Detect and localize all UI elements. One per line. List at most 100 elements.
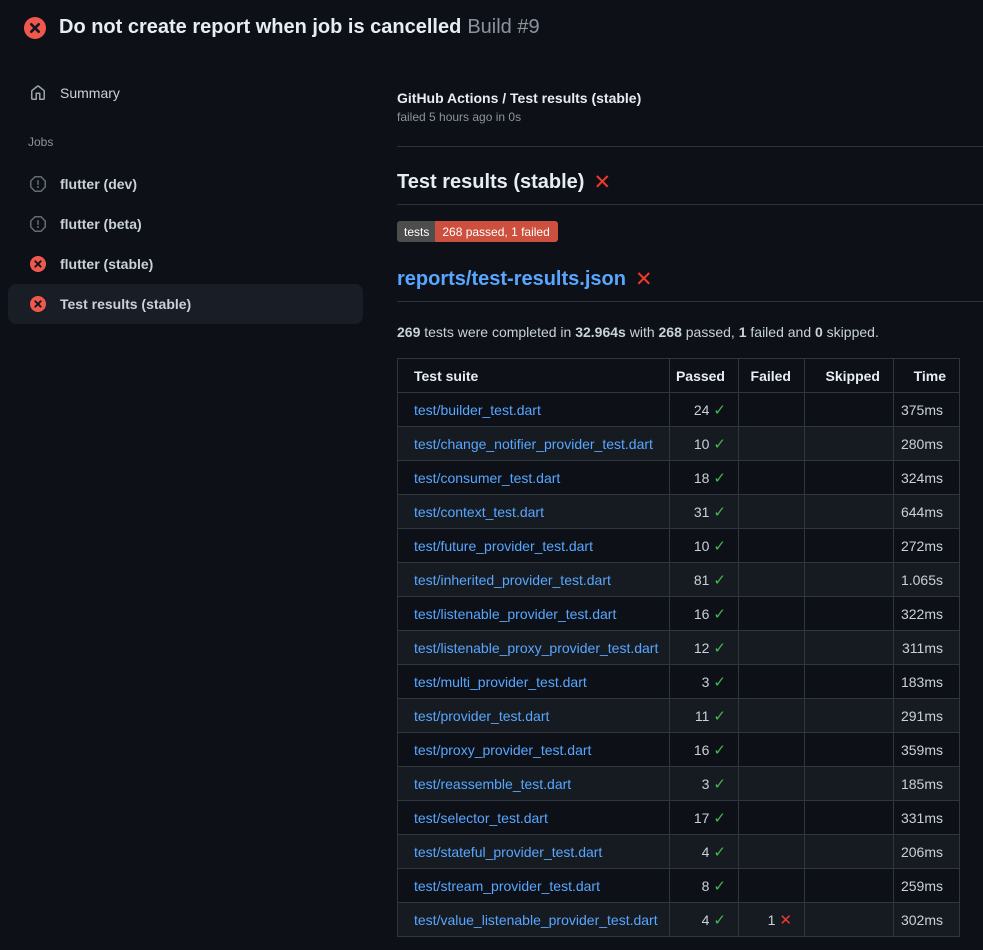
skipped-cell — [805, 733, 894, 767]
test-suite-link[interactable]: test/future_provider_test.dart — [414, 538, 593, 554]
test-suite-link[interactable]: test/provider_test.dart — [414, 708, 549, 724]
time-cell: 1.065s — [894, 563, 960, 597]
table-row: test/value_listenable_provider_test.dart… — [398, 903, 960, 937]
failed-cell — [739, 767, 805, 801]
jobs-section-label: Jobs — [28, 135, 373, 149]
test-suite-link[interactable]: test/listenable_proxy_provider_test.dart — [414, 640, 658, 656]
suite-cell: test/selector_test.dart — [398, 801, 670, 835]
check-icon: ✓ — [713, 401, 726, 419]
skipped-cell — [805, 665, 894, 699]
test-suite-link[interactable]: test/reassemble_test.dart — [414, 776, 571, 792]
section-title-text: Test results (stable) — [397, 171, 584, 194]
test-suite-link[interactable]: test/builder_test.dart — [414, 402, 541, 418]
passed-cell: 10✓ — [670, 427, 739, 461]
passed-cell: 8✓ — [670, 869, 739, 903]
suite-cell: test/future_provider_test.dart — [398, 529, 670, 563]
sidebar-summary-label: Summary — [60, 85, 120, 101]
test-suite-link[interactable]: test/consumer_test.dart — [414, 470, 560, 486]
passed-cell: 12✓ — [670, 631, 739, 665]
passed-cell-value: 8 — [702, 878, 710, 894]
sidebar-item-flutter-stable[interactable]: flutter (stable) — [8, 244, 363, 284]
home-icon — [30, 85, 46, 101]
run-header: Do not create report when job is cancell… — [24, 16, 540, 39]
failed-cell — [739, 631, 805, 665]
failed-circle-icon — [30, 256, 46, 272]
table-row: test/reassemble_test.dart3✓185ms — [398, 767, 960, 801]
time-cell: 259ms — [894, 869, 960, 903]
summary-text: tests were completed in — [420, 324, 575, 340]
report-link[interactable]: reports/test-results.json — [397, 268, 626, 291]
passed-cell: 3✓ — [670, 665, 739, 699]
skipped-cell — [805, 801, 894, 835]
summary-number: 268 — [659, 324, 682, 340]
summary-text: passed, — [682, 324, 739, 340]
passed-cell-value: 12 — [694, 640, 710, 656]
table-row: test/provider_test.dart11✓291ms — [398, 699, 960, 733]
failed-cell-value: 1 — [768, 912, 776, 928]
divider — [397, 146, 983, 147]
time-cell: 183ms — [894, 665, 960, 699]
passed-cell-value: 10 — [694, 436, 710, 452]
table-row: test/builder_test.dart24✓375ms — [398, 393, 960, 427]
passed-cell-value: 31 — [694, 504, 710, 520]
test-suite-link[interactable]: test/stateful_provider_test.dart — [414, 844, 602, 860]
skipped-cell — [805, 427, 894, 461]
sidebar-item-flutter-beta[interactable]: flutter (beta) — [8, 204, 363, 244]
failed-cell — [739, 597, 805, 631]
sidebar-item-flutter-dev[interactable]: flutter (dev) — [8, 164, 363, 204]
table-row: test/context_test.dart31✓644ms — [398, 495, 960, 529]
summary-line: 269 tests were completed in 32.964s with… — [397, 324, 983, 340]
test-suite-link[interactable]: test/proxy_provider_test.dart — [414, 742, 591, 758]
suite-cell: test/value_listenable_provider_test.dart — [398, 903, 670, 937]
suite-cell: test/listenable_provider_test.dart — [398, 597, 670, 631]
time-cell: 302ms — [894, 903, 960, 937]
table-row: test/listenable_provider_test.dart16✓322… — [398, 597, 960, 631]
summary-number: 32.964s — [575, 324, 626, 340]
test-suite-link[interactable]: test/context_test.dart — [414, 504, 544, 520]
test-suite-link[interactable]: test/stream_provider_test.dart — [414, 878, 600, 894]
failed-cell: 1✕ — [739, 903, 805, 937]
test-suite-link[interactable]: test/selector_test.dart — [414, 810, 548, 826]
table-row: test/stream_provider_test.dart 8✓ 259ms — [398, 869, 960, 903]
suite-cell: test/consumer_test.dart — [398, 461, 670, 495]
workflow-breadcrumb: GitHub Actions / Test results (stable) — [397, 90, 983, 106]
passed-cell: 17✓ — [670, 801, 739, 835]
passed-cell-value: 16 — [694, 742, 710, 758]
cancelled-stop-icon — [30, 176, 46, 192]
passed-cell-value: 10 — [694, 538, 710, 554]
test-suite-link[interactable]: test/listenable_provider_test.dart — [414, 606, 616, 622]
check-icon: ✓ — [713, 639, 726, 657]
passed-cell: 81✓ — [670, 563, 739, 597]
test-suite-link[interactable]: test/multi_provider_test.dart — [414, 674, 587, 690]
table-row: test/inherited_provider_test.dart 81✓ 1.06… — [398, 563, 960, 597]
suite-cell: test/reassemble_test.dart — [398, 767, 670, 801]
sidebar-item-summary[interactable]: Summary — [0, 75, 373, 111]
passed-cell-value: 3 — [702, 776, 710, 792]
table-row: test/future_provider_test.dart10✓272ms — [398, 529, 960, 563]
time-cell: 311ms — [894, 631, 960, 665]
suite-cell: test/context_test.dart — [398, 495, 670, 529]
passed-cell-value: 18 — [694, 470, 710, 486]
test-suite-link[interactable]: test/value_listenable_provider_test.dart — [414, 912, 658, 928]
check-icon: ✓ — [713, 775, 726, 793]
x-icon: ✕ — [779, 911, 792, 929]
job-label: flutter (beta) — [60, 216, 142, 232]
check-icon: ✓ — [713, 809, 726, 827]
badge-label: tests — [397, 221, 435, 242]
job-detail-panel: GitHub Actions / Test results (stable) f… — [397, 90, 983, 937]
suite-cell: test/listenable_proxy_provider_test.dart — [398, 631, 670, 665]
test-suite-link[interactable]: test/inherited_provider_test.dart — [414, 572, 611, 588]
tests-badge: tests 268 passed, 1 failed — [397, 221, 558, 242]
skipped-cell — [805, 529, 894, 563]
test-suite-link[interactable]: test/change_notifier_provider_test.dart — [414, 436, 653, 452]
summary-text: failed and — [747, 324, 816, 340]
summary-number: 1 — [739, 324, 747, 340]
run-title-text: Do not create report when job is cancell… — [59, 16, 461, 38]
failed-cell — [739, 801, 805, 835]
passed-cell: 10✓ — [670, 529, 739, 563]
sidebar-item-test-results-stable[interactable]: Test results (stable) — [8, 284, 363, 324]
passed-cell: 4✓ — [670, 835, 739, 869]
failed-circle-icon — [30, 296, 46, 312]
check-icon: ✓ — [713, 741, 726, 759]
jobs-list: flutter (dev) flutter (beta) flutter (st… — [0, 164, 373, 324]
